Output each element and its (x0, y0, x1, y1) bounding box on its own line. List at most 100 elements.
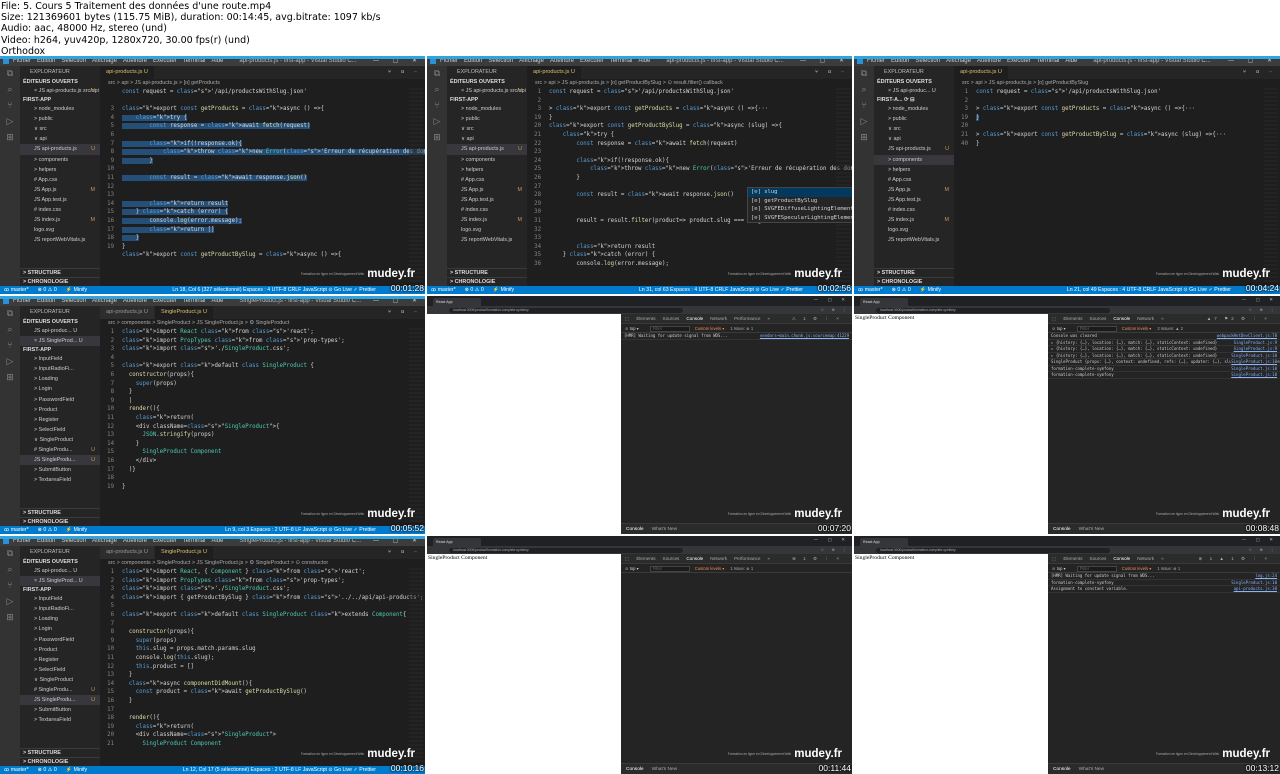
filter-input[interactable]: Filter (1076, 565, 1117, 572)
video-thumbnail[interactable]: Fichier Edition Sélection Affichage Atteindr… (0, 296, 425, 534)
context-select[interactable]: top ▾ (630, 566, 639, 571)
file-tree-item[interactable]: JS api-products.js U (20, 144, 100, 155)
file-tree-item[interactable]: JS App.test.js (874, 195, 954, 205)
extensions-icon[interactable]: ⊞ (6, 613, 14, 623)
filter-input[interactable]: Filter (649, 565, 690, 572)
file-tree-item[interactable]: JS SingleProdu... U (20, 455, 100, 466)
status-item[interactable]: ⚡ Minify (920, 287, 941, 293)
file-tree-item[interactable]: ∨ src (874, 124, 954, 134)
explorer-icon[interactable]: ⧉ (7, 309, 13, 319)
window-controls[interactable]: — ▢ ✕ (1242, 536, 1277, 546)
file-tree-item[interactable]: > Product (20, 645, 100, 655)
devtools-tab[interactable]: Sources (1090, 316, 1107, 321)
console-source-link[interactable]: SingleProduct.js:9 (1233, 339, 1277, 345)
console-source-link[interactable]: log.js:24 (1255, 573, 1277, 579)
project-section[interactable]: FIRST-APP (20, 586, 100, 594)
file-tree-item[interactable]: JS index.js M (874, 215, 954, 225)
file-tree-item[interactable]: ∨ SingleProduct (20, 435, 100, 445)
filter-input[interactable]: Filter (649, 325, 690, 332)
search-icon[interactable]: ⌕ (861, 85, 866, 95)
drawer-tab[interactable]: Console (626, 767, 644, 772)
file-tree-item[interactable]: JS api-products.js U (874, 144, 954, 154)
file-tree-item[interactable]: > public (20, 114, 100, 124)
window-controls[interactable]: — ▢ ✕ (814, 536, 849, 546)
window-controls[interactable]: — ▢ ✕ (814, 296, 849, 306)
suggestion-item[interactable]: [⊙] SVGFEDiffuseLightingElement (748, 205, 852, 214)
file-tree-item[interactable]: > Login (20, 384, 100, 394)
status-item[interactable]: ⊗ 0 ⚠ 0 (892, 287, 911, 293)
source-control-icon[interactable]: ⑂ (861, 101, 866, 111)
explorer-icon[interactable]: ⧉ (434, 69, 440, 79)
file-tree-item[interactable]: > Loading (20, 614, 100, 624)
console-source-link[interactable]: SingleProduct.js:10 (1231, 372, 1277, 378)
file-tree-item[interactable]: ∨ src (447, 124, 527, 134)
project-section[interactable]: FIRST-APP (20, 96, 100, 104)
devtools-tab[interactable]: Network (1137, 316, 1154, 321)
console-source-link[interactable]: SingleProduct.js:10 (1231, 579, 1277, 585)
file-tree-item[interactable]: > InputRadioFi... (20, 604, 100, 614)
editor-actions[interactable]: ⑂ ▯ ⋯ (815, 66, 848, 79)
file-tree-item[interactable]: JS App.js M (20, 185, 100, 195)
browser-actions[interactable]: ☆ ⊕ ⋮ (821, 546, 849, 554)
status-item[interactable]: ⚡ Minify (493, 287, 514, 293)
sidebar-panel-1[interactable]: > CHRONOLOGIE (20, 757, 100, 766)
video-thumbnail[interactable]: React App — ▢ ✕ localhost:3000/product/for… (427, 536, 852, 774)
project-section[interactable]: FIRST-APP (20, 346, 100, 354)
devtools-tab[interactable]: Sources (1090, 556, 1107, 561)
devtools-tab[interactable]: Elements (1063, 556, 1082, 561)
browser-tab[interactable]: React App (860, 538, 908, 546)
drawer-tab[interactable]: Console (1053, 527, 1071, 532)
open-editor-item[interactable]: × JS SingleProd... U (20, 336, 100, 347)
drawer-tab[interactable]: What's New (652, 527, 677, 532)
search-icon[interactable]: ⌕ (434, 85, 439, 95)
address-bar[interactable]: localhost:3000/product/formation-complet… (449, 307, 683, 313)
run-debug-icon[interactable]: ▷ (861, 117, 868, 127)
drawer-tab[interactable]: What's New (1079, 767, 1104, 772)
file-tree-item[interactable]: > SelectField (20, 425, 100, 435)
status-right[interactable]: Ln 18, Col 6 (327 sélectionné) Espaces :… (172, 286, 376, 294)
minimap[interactable] (409, 88, 423, 286)
editor-tab[interactable]: SingleProduct.js U (154, 306, 214, 319)
source-control-icon[interactable]: ⑂ (7, 101, 12, 111)
address-bar[interactable]: localhost:3000/product/formation-complet… (449, 547, 683, 553)
clear-console-icon[interactable]: ⊘ (1052, 326, 1057, 331)
devtools-tab[interactable]: Elements (1063, 316, 1082, 321)
file-tree-item[interactable]: JS App.test.js (447, 195, 527, 205)
sidebar-panel-0[interactable]: > STRUCTURE (20, 748, 100, 757)
file-tree-item[interactable]: > components (447, 155, 527, 165)
context-select[interactable]: top ▾ (630, 326, 639, 331)
devtools-tab[interactable]: Performance (734, 556, 760, 561)
file-tree-item[interactable]: > helpers (447, 165, 527, 175)
source-control-icon[interactable]: ⑂ (434, 101, 439, 111)
file-tree-item[interactable]: JS reportWebVitals.js (874, 235, 954, 245)
file-tree-item[interactable]: ∨ api (874, 134, 954, 144)
file-tree-item[interactable]: JS reportWebVitals.js (447, 235, 527, 245)
code-area[interactable]: 1 class="k">import React, { Component } c… (100, 568, 425, 766)
editor-actions[interactable]: ⑂ ▯ ⋯ (388, 66, 421, 79)
video-thumbnail[interactable]: Fichier Edition Sélection Affichage Atteindr… (0, 56, 425, 294)
address-bar[interactable]: localhost:3000/product/formation-complet… (876, 547, 1111, 553)
file-tree-item[interactable]: JS reportWebVitals.js (20, 235, 100, 245)
status-right[interactable]: Ln 12, Col 17 (5 sélectionné) Espaces : … (183, 766, 376, 774)
issues-count[interactable]: 1 Issue: ⊗ 1 (730, 326, 753, 331)
search-icon[interactable]: ⌕ (7, 565, 12, 575)
file-tree-item[interactable]: > components (874, 154, 954, 165)
suggestion-item[interactable]: [⊙] SVGFESpecularLightingElement (748, 214, 852, 223)
file-tree-item[interactable]: > PasswordField (20, 395, 100, 405)
video-thumbnail[interactable]: React App — ▢ ✕ localhost:3000/product/for… (427, 296, 852, 534)
editor-tab[interactable]: api-products.js U (527, 66, 582, 79)
extensions-icon[interactable]: ⊞ (433, 133, 441, 143)
file-tree-item[interactable]: ∨ api (20, 134, 100, 144)
file-tree-item[interactable]: > SubmitButton (20, 705, 100, 715)
file-tree-item[interactable]: > TextareaField (20, 715, 100, 725)
devtools-tab[interactable]: Sources (663, 556, 680, 561)
browser-actions[interactable]: ☆ ⊕ ⋮ (1249, 306, 1277, 314)
file-tree-item[interactable]: # index.css (447, 205, 527, 215)
devtools-tab[interactable]: Elements (636, 556, 655, 561)
status-item[interactable]: ⊗ 0 ⚠ 0 (38, 287, 57, 293)
clear-console-icon[interactable]: ⊘ (625, 566, 630, 571)
file-tree-item[interactable]: > Loading (20, 374, 100, 384)
file-tree-item[interactable]: # App.css (447, 175, 527, 185)
minimap[interactable] (409, 568, 423, 766)
breadcrumb[interactable]: src > api > JS api-products.js > [o] get… (954, 79, 1280, 88)
